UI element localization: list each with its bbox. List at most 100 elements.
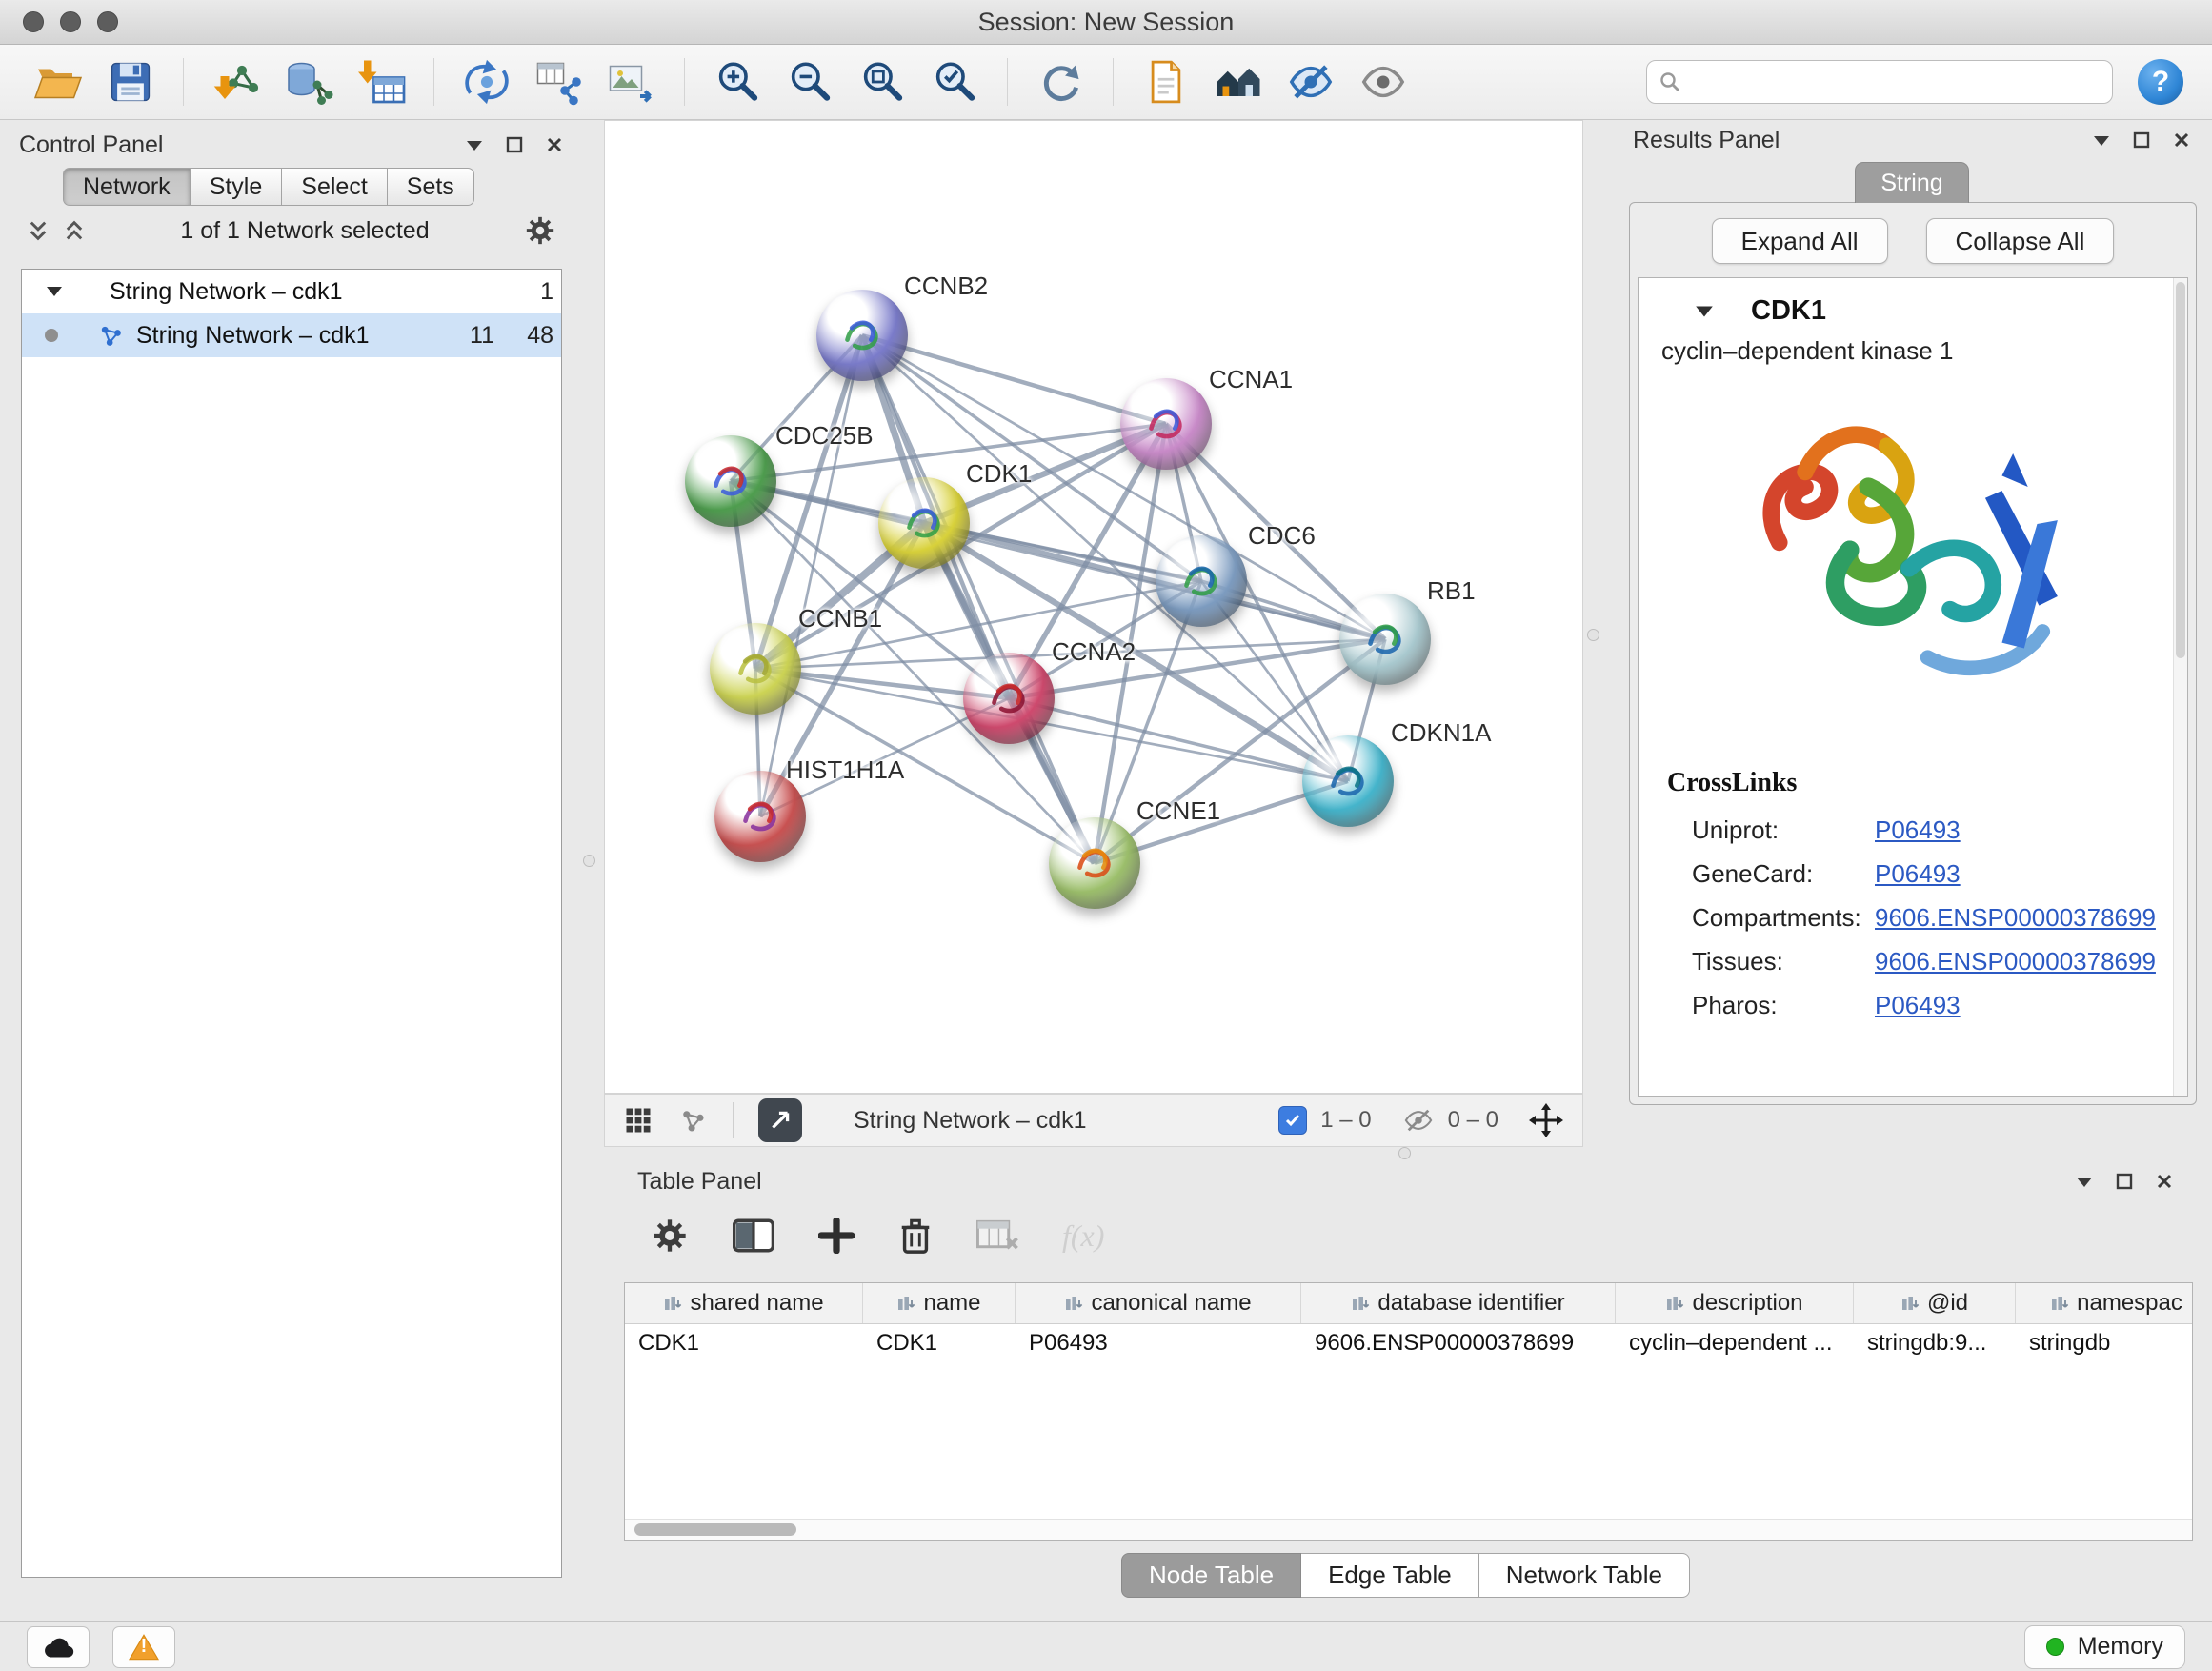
graph-node-ccna2[interactable] (963, 653, 1055, 744)
refresh-button[interactable] (1031, 52, 1090, 111)
show-all-button[interactable] (1354, 52, 1413, 111)
tab-network[interactable]: Network (63, 168, 191, 206)
column-header-canonical-name[interactable]: canonical name (1016, 1283, 1301, 1323)
node-label-ccnb1: CCNB1 (798, 604, 882, 634)
graph-node-ccna1[interactable] (1120, 378, 1212, 470)
column-header-namespac[interactable]: namespac (2016, 1283, 2193, 1323)
maximize-window-button[interactable] (97, 11, 118, 32)
column-header-id[interactable]: @id (1854, 1283, 2016, 1323)
import-network-from-file-button[interactable] (207, 52, 266, 111)
chevron-down-icon[interactable] (2092, 131, 2111, 149)
table-tab-node-table[interactable]: Node Table (1121, 1553, 1301, 1598)
zoom-out-button[interactable] (780, 52, 839, 111)
edge-CCNB2-CCNA1[interactable] (862, 335, 1166, 424)
table-row[interactable]: CDK1CDK1P064939606.ENSP00000378699cyclin… (625, 1324, 2192, 1362)
tree-caret-icon[interactable] (45, 283, 64, 300)
graph-node-cdc25b[interactable] (685, 435, 776, 527)
save-session-button[interactable] (101, 52, 160, 111)
close-window-button[interactable] (23, 11, 44, 32)
delete-table-icon[interactable] (976, 1218, 1018, 1253)
apply-function-button[interactable]: f(x) (1062, 1218, 1104, 1254)
table-settings-gear-icon[interactable] (651, 1217, 689, 1255)
tab-sets[interactable]: Sets (388, 168, 474, 206)
import-network-from-database-button[interactable] (279, 52, 338, 111)
tab-select[interactable]: Select (282, 168, 387, 206)
edge-count: 48 (502, 322, 553, 350)
cybrowser-button[interactable] (1209, 52, 1268, 111)
memory-button[interactable]: Memory (2024, 1625, 2185, 1669)
gear-icon[interactable] (524, 214, 556, 247)
crosslink-value-pharos[interactable]: P06493 (1875, 991, 1961, 1020)
graph-node-ccnb2[interactable] (816, 290, 908, 381)
column-header-label: @id (1927, 1290, 1968, 1317)
selected-counts: 1 – 0 (1320, 1107, 1371, 1134)
vertical-splitter-handle[interactable] (583, 855, 595, 867)
float-panel-icon[interactable] (2115, 1172, 2134, 1191)
graph-node-rb1[interactable] (1339, 594, 1431, 685)
table-tab-network-table[interactable]: Network Table (1479, 1553, 1690, 1598)
warnings-button[interactable]: ! (112, 1626, 175, 1668)
close-icon[interactable] (545, 135, 564, 154)
network-overview-icon[interactable] (677, 1105, 708, 1136)
zoom-selected-button[interactable] (925, 52, 984, 111)
network-canvas[interactable]: CCNB2CCNA1CDC25BCDK1CDC6RB1CCNB1CCNA2CDK… (604, 120, 1583, 1094)
network-row[interactable]: String Network – cdk1 11 48 (22, 313, 561, 357)
table-horizontal-scrollbar[interactable] (625, 1519, 2192, 1540)
graph-node-cdkn1a[interactable] (1302, 735, 1394, 827)
column-header-shared-name[interactable]: shared name (625, 1283, 863, 1323)
search-input[interactable] (1689, 68, 2101, 96)
entry-scrollbar[interactable] (2173, 278, 2187, 1096)
selected-nodes-checkbox[interactable] (1278, 1106, 1307, 1135)
results-tab-string[interactable]: String (1855, 162, 1969, 203)
search-field[interactable] (1646, 60, 2113, 104)
crosslink-value-tissues[interactable]: 9606.ENSP00000378699 (1875, 947, 2156, 976)
open-session-button[interactable] (29, 52, 88, 111)
entry-caret-icon[interactable] (1694, 302, 1715, 321)
collapse-all-button[interactable]: Collapse All (1926, 218, 2115, 264)
crosslink-value-uniprot[interactable]: P06493 (1875, 815, 1961, 845)
edge-CCNB2-HIST1H1A[interactable] (760, 335, 862, 816)
hide-selected-button[interactable] (1281, 52, 1340, 111)
zoom-in-button[interactable] (708, 52, 767, 111)
graph-node-ccne1[interactable] (1049, 817, 1140, 909)
chevron-down-icon[interactable] (465, 136, 484, 153)
scrollbar-thumb[interactable] (634, 1523, 796, 1536)
close-icon[interactable] (2172, 131, 2191, 150)
grid-view-icon[interactable] (624, 1106, 653, 1135)
float-panel-icon[interactable] (505, 135, 524, 154)
column-header-name[interactable]: name (863, 1283, 1016, 1323)
crosslink-value-genecard[interactable]: P06493 (1875, 859, 1961, 889)
import-table-button[interactable] (352, 52, 411, 111)
graph-node-ccnb1[interactable] (710, 623, 801, 715)
cloud-status-button[interactable] (27, 1626, 90, 1668)
tab-style[interactable]: Style (191, 168, 283, 206)
column-header-description[interactable]: description (1616, 1283, 1854, 1323)
expand-all-button[interactable]: Expand All (1712, 218, 1888, 264)
network-collection-row[interactable]: String Network – cdk1 1 (22, 270, 561, 313)
new-network-button[interactable] (457, 52, 516, 111)
graph-node-cdk1[interactable] (878, 477, 970, 569)
column-header-database-identifier[interactable]: database identifier (1301, 1283, 1616, 1323)
help-button[interactable]: ? (2138, 59, 2183, 105)
zoom-fit-button[interactable] (853, 52, 912, 111)
new-network-from-table-button[interactable] (530, 52, 589, 111)
export-image-button[interactable] (602, 52, 661, 111)
show-columns-icon[interactable] (733, 1218, 774, 1254)
collapse-all-icon[interactable] (27, 219, 50, 242)
vertical-splitter-handle[interactable] (1587, 629, 1599, 641)
open-in-new-window-button[interactable] (758, 1098, 802, 1142)
graph-node-cdc6[interactable] (1156, 535, 1247, 627)
expand-all-icon[interactable] (63, 219, 86, 242)
chevron-down-icon[interactable] (2075, 1173, 2094, 1190)
float-panel-icon[interactable] (2132, 131, 2151, 150)
delete-column-trash-icon[interactable] (898, 1217, 933, 1255)
hidden-items-eye-slash-icon[interactable] (1402, 1106, 1435, 1135)
crosslink-value-compartments[interactable]: 9606.ENSP00000378699 (1875, 903, 2156, 933)
minimize-window-button[interactable] (60, 11, 81, 32)
add-column-icon[interactable] (818, 1218, 855, 1254)
table-tab-edge-table[interactable]: Edge Table (1301, 1553, 1479, 1598)
close-icon[interactable] (2155, 1172, 2174, 1191)
snapshot-button[interactable] (1136, 52, 1196, 111)
pan-move-icon[interactable] (1529, 1103, 1563, 1137)
protein-squiggle-icon (1065, 834, 1124, 893)
